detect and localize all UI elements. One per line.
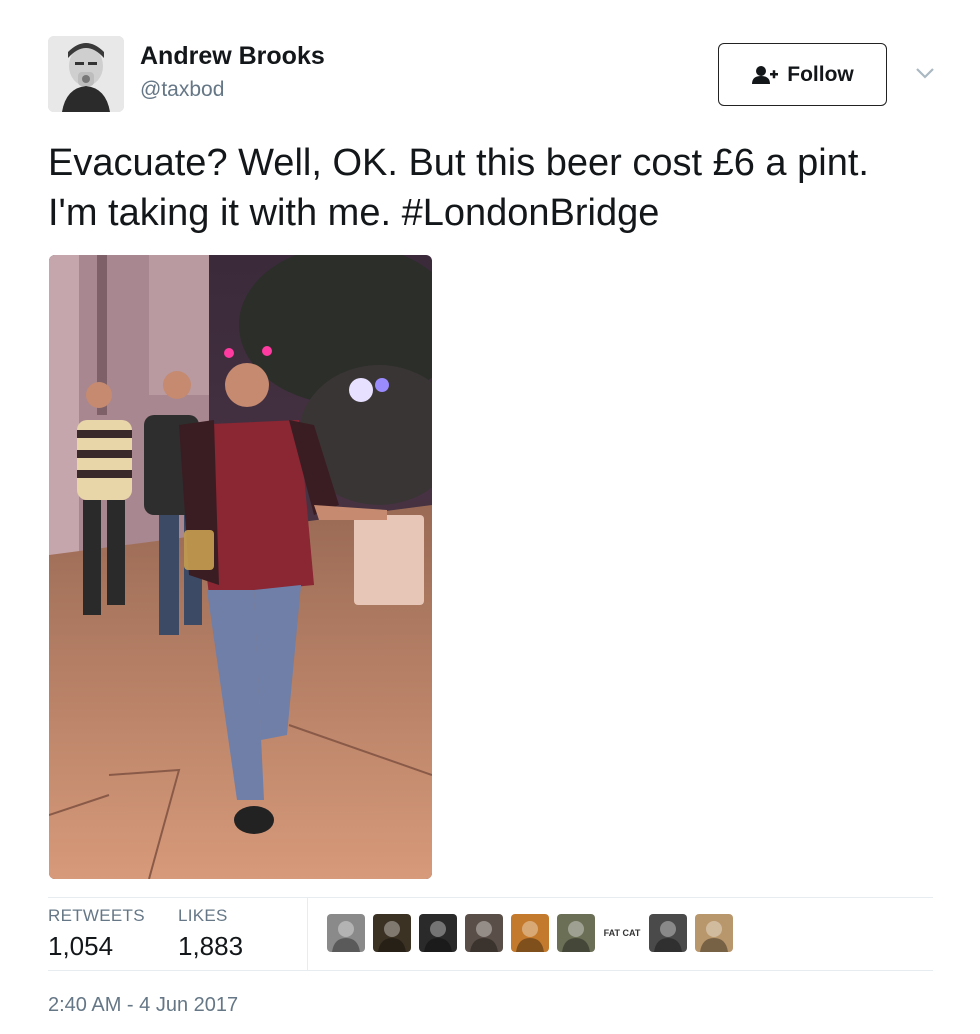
tweet-text: Evacuate? Well, OK. But this beer cost £…: [48, 142, 869, 234]
stats-separator: [307, 897, 308, 970]
liker-avatar-4[interactable]: [465, 914, 503, 952]
add-user-icon: [751, 64, 779, 86]
liker-avatar-7[interactable]: FAT CAT: [603, 914, 641, 952]
follow-button[interactable]: Follow: [718, 43, 887, 106]
user-display-name[interactable]: Andrew Brooks: [140, 42, 325, 71]
stats-divider-top: [48, 897, 933, 898]
liker-avatar-8[interactable]: [649, 914, 687, 952]
user-handle[interactable]: @taxbod: [140, 78, 224, 102]
liker-avatar-3[interactable]: [419, 914, 457, 952]
likes-count: 1,883: [178, 931, 244, 961]
stats-divider-bottom: [48, 970, 933, 971]
liker-avatar-9[interactable]: [695, 914, 733, 952]
retweets-label: RETWEETS: [48, 906, 145, 925]
liker-avatar-6[interactable]: [557, 914, 595, 952]
tweet-card: Andrew Brooks @taxbod Follow Evacuate? W…: [0, 0, 980, 1034]
liker-avatar-5[interactable]: [511, 914, 549, 952]
follow-button-label: Follow: [787, 62, 854, 86]
liker-avatar-1[interactable]: [327, 914, 365, 952]
user-avatar[interactable]: [48, 36, 124, 112]
tweet-timestamp[interactable]: 2:40 AM - 4 Jun 2017: [48, 994, 238, 1017]
liker-avatar-text: FAT CAT: [603, 927, 641, 938]
liker-avatar-2[interactable]: [373, 914, 411, 952]
tweet-photo[interactable]: [49, 255, 432, 879]
likes-label: LIKES: [178, 906, 228, 925]
chevron-down-icon[interactable]: [912, 64, 938, 82]
likes-stat[interactable]: LIKES 1,883: [178, 906, 243, 962]
retweets-count: 1,054: [48, 931, 114, 961]
retweets-stat[interactable]: RETWEETS 1,054: [48, 906, 145, 962]
